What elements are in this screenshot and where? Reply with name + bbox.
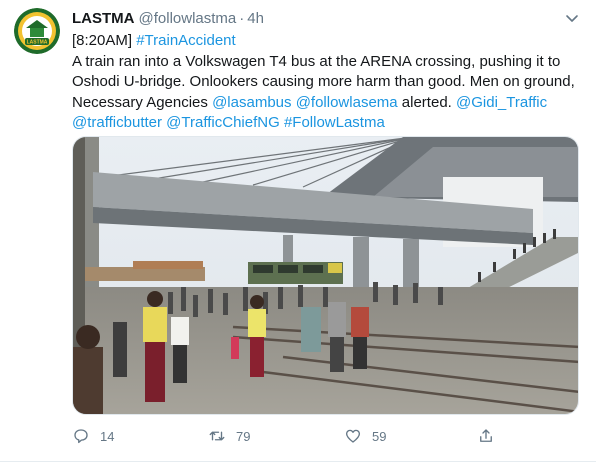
retweet-button[interactable]: 79 bbox=[208, 424, 250, 448]
share-button[interactable] bbox=[477, 424, 505, 448]
avatar[interactable]: LASTMA bbox=[14, 8, 60, 54]
like-count: 59 bbox=[372, 428, 387, 444]
mention-link[interactable]: @Gidi_Traffic bbox=[456, 94, 547, 111]
reply-button[interactable]: 14 bbox=[72, 424, 114, 448]
mention-link[interactable]: @followlasema bbox=[296, 94, 398, 111]
reply-count: 14 bbox=[100, 428, 115, 444]
tweet-text-segment: [8:20AM] bbox=[72, 32, 137, 49]
like-button[interactable]: 59 bbox=[344, 424, 386, 448]
tweet-text-line: A train ran into a Volkswagen T4 bus at … bbox=[72, 52, 584, 73]
author-name[interactable]: LASTMA bbox=[72, 10, 135, 27]
tweet-text-line: Oshodi U-bridge. Onlookers causing more … bbox=[72, 72, 584, 93]
tweet-actions: 14 79 59 bbox=[72, 424, 579, 448]
tweet-card[interactable]: LASTMA LASTMA @followlastma · 4h [8:20AM] #… bbox=[0, 0, 596, 462]
share-icon bbox=[480, 429, 492, 442]
mention-link[interactable]: @trafficbutter bbox=[72, 114, 162, 131]
tweet-text-line: Necessary Agencies @lasambus @followlase… bbox=[72, 93, 584, 114]
hashtag-link[interactable]: #TrainAccident bbox=[136, 32, 236, 49]
like-icon bbox=[345, 429, 361, 443]
chevron-down-icon[interactable] bbox=[564, 10, 580, 26]
retweet-count: 79 bbox=[236, 428, 251, 444]
tweet-text: [8:20AM] #TrainAccident A train ran into … bbox=[72, 31, 584, 134]
tweet-timestamp[interactable]: 4h bbox=[247, 10, 264, 27]
mention-link[interactable]: @lasambus bbox=[212, 94, 291, 111]
separator-dot: · bbox=[239, 10, 245, 27]
mention-link[interactable]: @TrafficChiefNG bbox=[166, 114, 280, 131]
tweet-text-line: [8:20AM] #TrainAccident bbox=[72, 31, 584, 52]
tweet-text-segment: Necessary Agencies bbox=[72, 93, 213, 111]
tweet-text-line: @trafficbutter @TrafficChiefNG #FollowLa… bbox=[72, 113, 584, 134]
tweet-header: LASTMA @followlastma · 4h bbox=[72, 10, 264, 28]
author-handle[interactable]: @followlastma bbox=[139, 10, 237, 27]
tweet-text-segment: alerted. bbox=[397, 93, 456, 111]
retweet-icon bbox=[209, 431, 225, 441]
avatar-logo-text: LASTMA bbox=[27, 40, 48, 46]
tweet-text-segment: A train ran into a Volkswagen T4 bus at … bbox=[72, 52, 561, 70]
reply-icon bbox=[74, 429, 88, 444]
hashtag-link[interactable]: #FollowLastma bbox=[284, 114, 385, 131]
tweet-photo[interactable] bbox=[72, 136, 579, 415]
tweet-text-segment: Oshodi U-bridge. Onlookers causing more … bbox=[72, 73, 575, 90]
